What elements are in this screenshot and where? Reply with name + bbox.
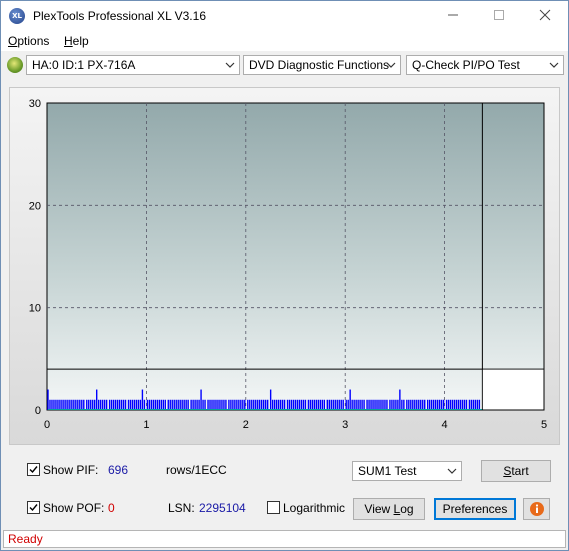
close-button[interactable] xyxy=(522,1,568,31)
test-select[interactable]: Q-Check PI/PO Test xyxy=(406,55,564,75)
x-tick-label: 2 xyxy=(243,419,249,431)
minimize-button[interactable] xyxy=(430,1,476,31)
y-tick-label: 0 xyxy=(35,405,41,417)
x-tick-label: 3 xyxy=(342,419,348,431)
y-tick-label: 10 xyxy=(29,303,41,315)
x-tick-label: 4 xyxy=(442,419,448,431)
checkmark-icon xyxy=(29,504,38,512)
x-tick-label: 1 xyxy=(143,419,149,431)
preferences-button[interactable]: Preferences xyxy=(434,498,516,520)
function-select[interactable]: DVD Diagnostic Functions xyxy=(243,55,401,75)
function-select-value: DVD Diagnostic Functions xyxy=(249,58,390,72)
minimize-icon xyxy=(448,14,458,16)
test-select-value: Q-Check PI/PO Test xyxy=(412,58,520,72)
view-log-button[interactable]: View Log xyxy=(353,498,425,520)
pof-value: 0 xyxy=(108,501,115,515)
menu-help[interactable]: Help xyxy=(64,34,89,48)
plot-area xyxy=(46,102,545,411)
pi-po-chart: 0 10 20 30 0 1 2 3 4 5 xyxy=(29,98,547,431)
window-title: PlexTools Professional XL V3.16 xyxy=(33,9,206,23)
x-tick-label: 5 xyxy=(541,419,547,431)
logarithmic-label: Logarithmic xyxy=(283,501,346,515)
drive-status-icon[interactable] xyxy=(7,57,23,73)
title-bar[interactable]: XL PlexTools Professional XL V3.16 xyxy=(1,1,568,31)
show-pof-checkbox[interactable] xyxy=(27,501,40,514)
lsn-label: LSN: xyxy=(168,501,195,515)
post-test-area xyxy=(482,369,544,410)
drive-select-value: HA:0 ID:1 PX-716A xyxy=(32,58,136,72)
show-pof-label: Show POF: xyxy=(43,501,105,515)
show-pif-checkbox[interactable] xyxy=(27,463,40,476)
start-button[interactable]: Start xyxy=(481,460,551,482)
chevron-down-icon xyxy=(447,468,457,474)
chevron-down-icon xyxy=(549,62,559,68)
status-bar: Ready xyxy=(3,530,566,548)
chevron-down-icon xyxy=(386,62,396,68)
sum-test-select-value: SUM1 Test xyxy=(358,464,417,478)
y-tick-label: 20 xyxy=(29,200,41,212)
info-icon xyxy=(529,502,544,516)
y-tick-label: 30 xyxy=(29,98,41,110)
checkmark-icon xyxy=(29,466,38,474)
maximize-icon xyxy=(494,10,504,20)
chevron-down-icon xyxy=(225,62,235,68)
menu-options[interactable]: Options xyxy=(8,34,49,48)
drive-select[interactable]: HA:0 ID:1 PX-716A xyxy=(26,55,240,75)
toolbar: HA:0 ID:1 PX-716A DVD Diagnostic Functio… xyxy=(1,52,568,80)
status-text: Ready xyxy=(8,532,43,546)
close-icon xyxy=(539,9,551,21)
maximize-button[interactable] xyxy=(476,1,522,31)
chart-panel: 0 10 20 30 0 1 2 3 4 5 xyxy=(9,87,560,445)
show-pif-label: Show PIF: xyxy=(43,463,99,477)
rows-label: rows/1ECC xyxy=(166,463,227,477)
x-tick-label: 0 xyxy=(44,419,50,431)
logarithmic-checkbox[interactable] xyxy=(267,501,280,514)
lsn-value: 2295104 xyxy=(199,501,246,515)
info-button[interactable] xyxy=(523,498,550,520)
app-logo-icon: XL xyxy=(9,8,25,24)
sum-test-select[interactable]: SUM1 Test xyxy=(352,461,462,481)
controls-panel: Show PIF: 696 rows/1ECC SUM1 Test Start … xyxy=(9,453,560,525)
pif-value: 696 xyxy=(108,463,129,477)
app-window: XL PlexTools Professional XL V3.16 Optio… xyxy=(0,0,569,551)
menu-bar: Options Help xyxy=(1,31,568,51)
